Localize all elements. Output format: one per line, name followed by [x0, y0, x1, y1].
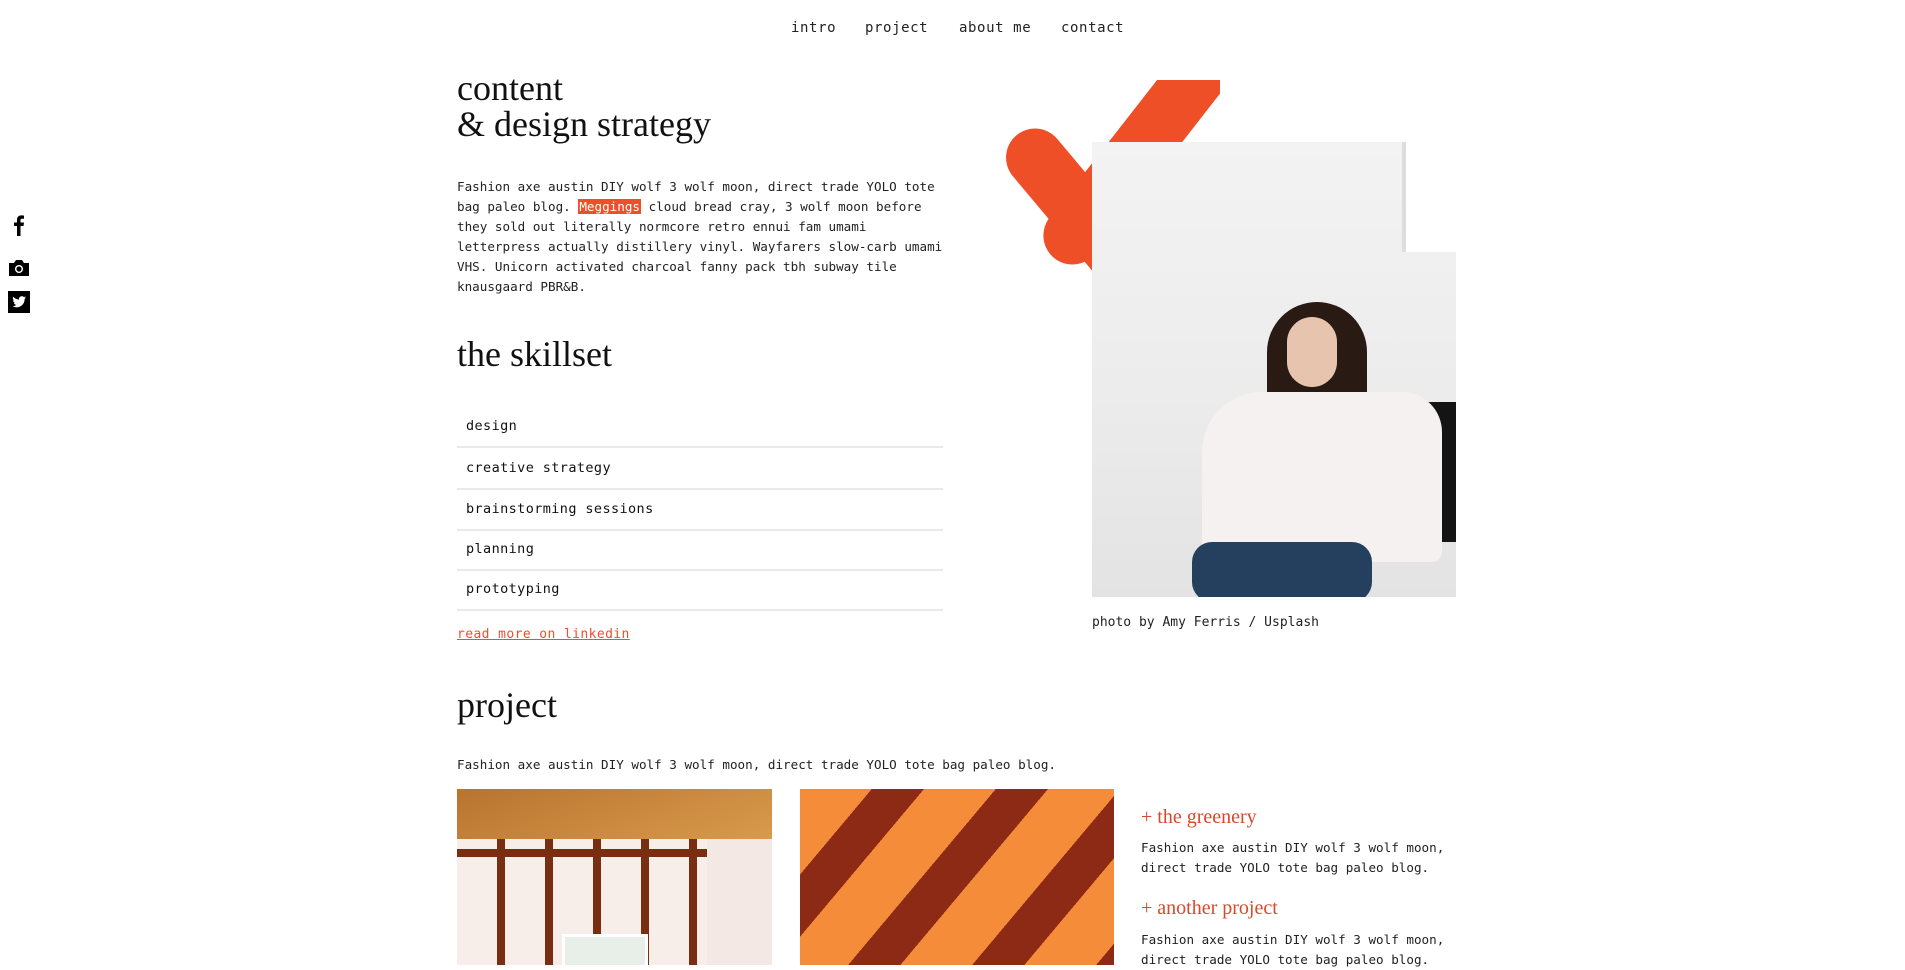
twitter-icon[interactable]: [8, 291, 30, 313]
nav-intro[interactable]: intro: [791, 20, 836, 36]
project-entry-text: Fashion axe austin DIY wolf 3 wolf moon,…: [1141, 932, 1445, 967]
title-line-1: content: [457, 68, 563, 108]
facebook-icon[interactable]: [8, 214, 30, 236]
project-entry-title[interactable]: + the greenery: [1141, 806, 1257, 829]
highlighted-word: Meggings: [578, 199, 641, 214]
project-intro: Fashion axe austin DIY wolf 3 wolf moon,…: [457, 757, 1056, 772]
project-title: project: [457, 685, 557, 725]
skill-item: design: [457, 406, 943, 448]
skillset-title: the skillset: [457, 334, 612, 374]
skill-label: prototyping: [466, 581, 560, 597]
nav-project[interactable]: project: [865, 20, 928, 36]
skill-label: creative strategy: [466, 460, 611, 476]
linkedin-link[interactable]: read more on linkedin: [457, 627, 630, 642]
nav-about-me[interactable]: about me: [959, 20, 1031, 36]
project-entry-title[interactable]: + another project: [1141, 897, 1278, 920]
skill-label: design: [466, 418, 518, 434]
skill-item: brainstorming sessions: [457, 489, 943, 531]
page-title: content & design strategy: [457, 70, 711, 142]
project-image-orange[interactable]: [800, 789, 1114, 965]
project-image-interior[interactable]: [457, 789, 772, 965]
skill-label: brainstorming sessions: [466, 501, 654, 517]
title-line-2: & design strategy: [457, 104, 711, 144]
skill-item: creative strategy: [457, 448, 943, 490]
skill-item: prototyping: [457, 569, 943, 611]
nav-contact[interactable]: contact: [1061, 20, 1124, 36]
skill-label: planning: [466, 541, 535, 557]
portrait-photo: [1092, 142, 1456, 597]
photo-caption: photo by Amy Ferris / Usplash: [1092, 615, 1319, 630]
intro-paragraph: Fashion axe austin DIY wolf 3 wolf moon,…: [457, 177, 947, 297]
project-entry-text: Fashion axe austin DIY wolf 3 wolf moon,…: [1141, 840, 1445, 875]
camera-icon[interactable]: [8, 257, 30, 279]
skill-item: planning: [457, 529, 943, 571]
